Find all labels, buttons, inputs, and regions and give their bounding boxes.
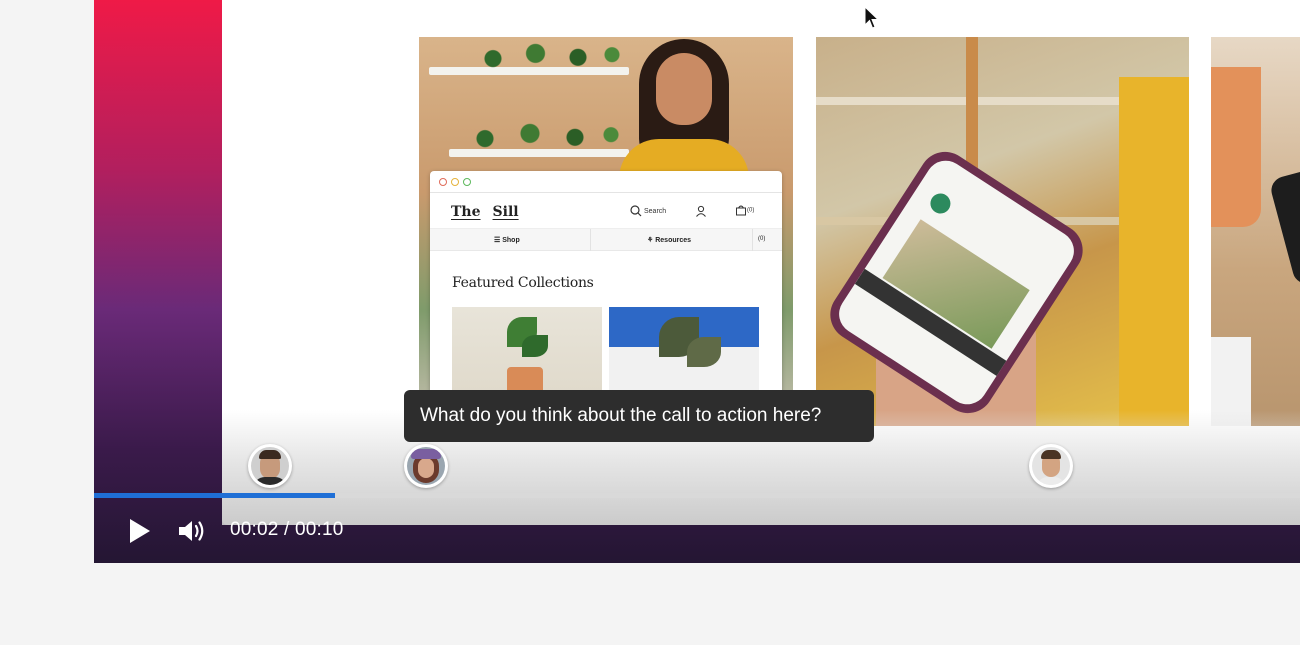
user-icon: [695, 204, 707, 222]
featured-heading: Featured Collections: [452, 275, 594, 291]
search-icon: [630, 205, 642, 217]
mock-browser-window: The Sill Search (0) ☰ Shop ⚘ Resources (…: [430, 171, 782, 426]
volume-button[interactable]: [178, 518, 206, 544]
player-controls: 00:02 / 00:10: [94, 498, 1300, 563]
avatar: [407, 447, 445, 485]
avatar: [1032, 447, 1070, 485]
current-time: 00:02: [230, 519, 279, 540]
video-frame: The Sill Search (0) ☰ Shop ⚘ Resources (…: [222, 0, 1300, 525]
time-separator: /: [278, 519, 295, 540]
play-button[interactable]: [128, 518, 152, 544]
mouse-cursor-icon: [864, 5, 880, 35]
cart-icon: (0): [735, 204, 754, 216]
timecode: 00:02 / 00:10: [230, 519, 344, 541]
volume-icon: [179, 521, 204, 541]
comment-marker-2[interactable]: [404, 444, 448, 488]
slide-photo-website: The Sill Search (0) ☰ Shop ⚘ Resources (…: [419, 37, 793, 426]
site-search: Search: [630, 205, 666, 217]
phone-mockup: [820, 141, 1093, 424]
smiling-person: [619, 39, 749, 184]
site-logo: The Sill: [451, 204, 519, 220]
comment-marker-1[interactable]: [248, 444, 292, 488]
duration: 00:10: [294, 519, 344, 540]
avatar: [251, 447, 289, 485]
play-icon: [130, 519, 150, 543]
site-nav: ☰ Shop ⚘ Resources (0): [430, 229, 782, 251]
slide-photo-reader: [1211, 37, 1300, 426]
slide-photo-phone: [816, 37, 1189, 426]
card-reader: [1268, 157, 1300, 287]
comment-tooltip: What do you think about the call to acti…: [404, 390, 874, 442]
comment-marker-3[interactable]: [1029, 444, 1073, 488]
